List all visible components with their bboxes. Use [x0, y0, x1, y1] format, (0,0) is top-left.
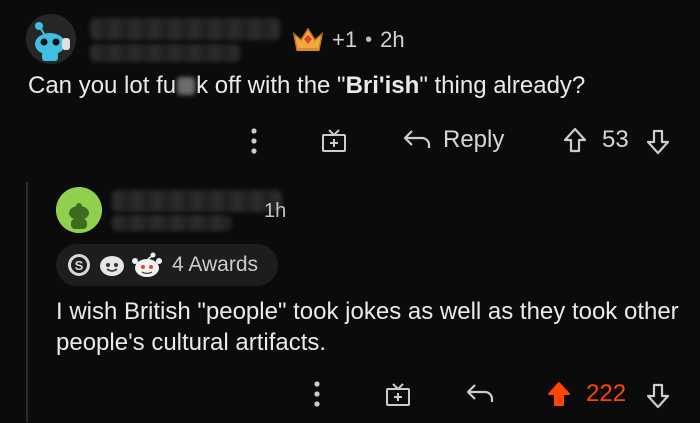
reply-body: I wish British "people" took jokes as we…: [56, 298, 679, 356]
more-options-icon[interactable]: [311, 380, 323, 408]
silver-award-icon: S: [66, 252, 92, 278]
reply-username-redacted: [112, 190, 282, 212]
vote-score: 53: [602, 126, 629, 153]
reply-arrow-icon[interactable]: [465, 382, 495, 406]
gift-award-icon[interactable]: [320, 126, 348, 154]
downvote-arrow-icon[interactable]: [645, 382, 671, 410]
censor-blur: [177, 77, 196, 95]
vote-score: 222: [586, 380, 627, 407]
body-text-start: Can you lot fu: [28, 72, 177, 99]
awards-pill[interactable]: S 4 Awards: [56, 244, 278, 286]
wholesome-award-icon: [98, 252, 126, 278]
awards-count: 4 Awards: [172, 253, 258, 276]
snoo-award-icon: [132, 251, 162, 279]
crown-award-icon: [292, 26, 324, 54]
snoo-avatar-icon: [56, 187, 102, 233]
reply-user-avatar[interactable]: [56, 187, 102, 233]
body-text-end: " thing already?: [419, 72, 586, 99]
reply-button[interactable]: Reply: [443, 126, 504, 154]
thread-line[interactable]: [26, 182, 28, 422]
reply-age: 1h: [264, 200, 287, 222]
karma-badge: +1: [332, 27, 358, 52]
svg-text:S: S: [75, 258, 84, 273]
meta-separator: •: [365, 28, 373, 51]
more-options-icon[interactable]: [248, 127, 260, 155]
parent-comment: +1 • 2h Can you lot fu k off with the "Br…: [0, 0, 700, 175]
gift-award-icon[interactable]: [384, 380, 412, 408]
body-text-middle: k off with the ": [196, 72, 346, 99]
body-text-bold: Bri'ish: [345, 72, 420, 99]
comment-body: Can you lot fu k off with the "Bri'ish" t…: [28, 72, 585, 100]
username-redacted: [90, 18, 280, 40]
upvote-arrow-icon[interactable]: [546, 380, 572, 408]
reply-arrow-icon[interactable]: [402, 128, 432, 152]
upvote-arrow-icon[interactable]: [562, 126, 588, 154]
comment-meta: +1 • 2h: [292, 26, 405, 54]
flair-redacted: [90, 44, 240, 62]
snoo-avatar-icon: [26, 14, 76, 64]
user-avatar[interactable]: [26, 14, 76, 64]
comment-age: 2h: [380, 27, 405, 52]
reply-flair-redacted: [112, 215, 232, 231]
downvote-arrow-icon[interactable]: [645, 128, 671, 156]
